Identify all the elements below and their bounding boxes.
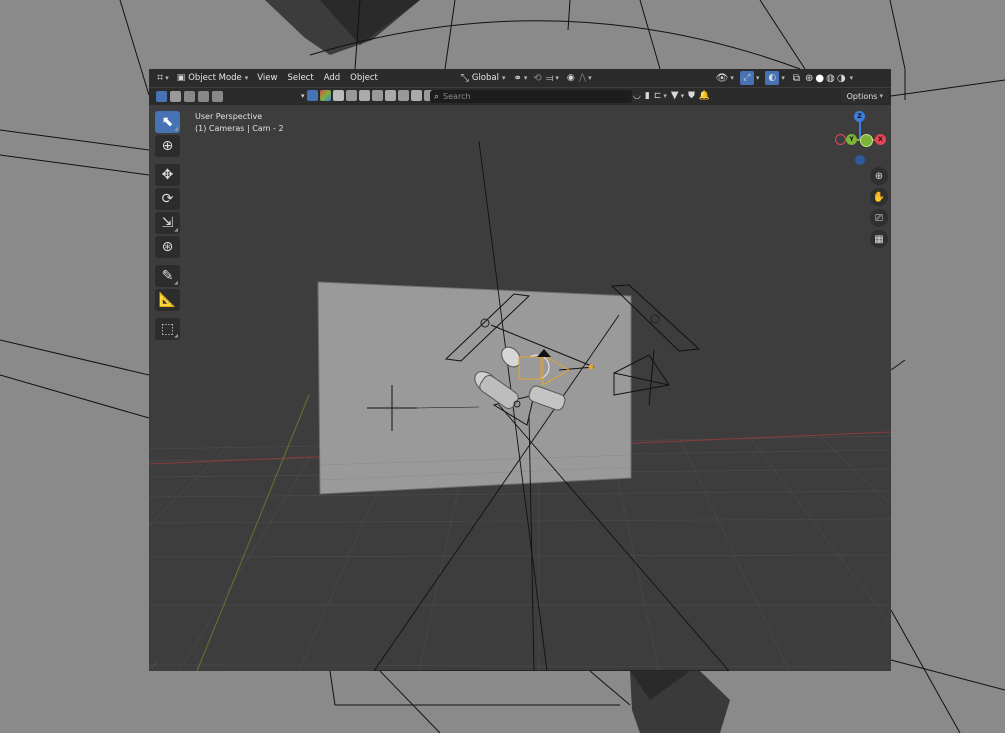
scale-icon: ⇲ (161, 215, 174, 231)
editor-type-icon[interactable]: ⌗ ▾ (157, 71, 169, 85)
bookmark-icon[interactable]: ▮ (645, 91, 650, 101)
menu-view[interactable]: View (257, 73, 277, 83)
active-object-label: (1) Cameras | Cam - 2 (195, 124, 284, 133)
pivot-point-icon[interactable]: ⚭ ▾ (514, 73, 528, 84)
camera-view-button[interactable]: ⎚ (870, 209, 888, 227)
zoom-button[interactable]: ⊕ (870, 167, 888, 185)
search-placeholder: Search (443, 92, 471, 101)
camera-icon: ⎚ (875, 212, 883, 224)
menu-object[interactable]: Object (350, 73, 378, 83)
tool-shelf: ⬉ ◢ ⊕ ✥ ⟳ ⇲ ◢ ⊛ ✎ ◢ 📐 ⬚ ◢ (155, 111, 182, 342)
menu-select[interactable]: Select (287, 73, 313, 83)
clear-search-icon[interactable]: ◡ (633, 91, 641, 101)
shading-solid-icon[interactable]: ● (815, 73, 824, 84)
transform-orientation-dropdown[interactable]: Global (472, 73, 499, 83)
chevron-down-icon: ▾ (755, 74, 760, 82)
bell-icon[interactable]: 🔔 (699, 91, 710, 101)
zoom-icon: ⊕ (874, 170, 884, 182)
shading-wireframe-icon[interactable]: ⊕ (805, 73, 813, 84)
perspective-toggle-button[interactable]: ▦ (870, 230, 888, 248)
mode-icon: ▣ (176, 73, 186, 83)
hierarchy-icon[interactable]: ⊏ ▾ (654, 91, 667, 101)
select-mode-extend-icon[interactable] (170, 91, 181, 102)
pan-button[interactable]: ✋ (870, 188, 888, 206)
chevron-down-icon: ▾ (879, 92, 883, 100)
gizmo-y-axis[interactable]: Y (846, 134, 857, 145)
corner-resize-handle[interactable]: ⋰ (151, 661, 158, 669)
falloff-icon[interactable]: ⋀ ▾ (579, 73, 592, 83)
move-tool[interactable]: ✥ (155, 164, 180, 186)
options-label: Options (846, 91, 878, 101)
search-field[interactable]: ⌕ Search (430, 90, 632, 103)
transform-tool[interactable]: ⊛ (155, 236, 180, 258)
orientation-icon: ⤡ (460, 72, 469, 84)
gizmo-neg-x-axis[interactable] (835, 134, 846, 145)
xray-icon[interactable]: ⧉ (793, 73, 800, 84)
grid-icon: ▦ (874, 233, 884, 245)
visibility-icon[interactable]: 👁 ▾ (716, 73, 734, 84)
menu-add[interactable]: Add (324, 73, 340, 83)
gizmo-neg-z-axis[interactable] (855, 155, 865, 165)
filter-icon[interactable]: ▼ ▾ (671, 90, 684, 101)
filter-object-icon[interactable] (332, 90, 344, 101)
chevron-down-icon[interactable]: ▾ (301, 92, 305, 100)
overlays-icon[interactable]: ◐ (765, 71, 780, 85)
shield-icon[interactable]: ⛊ (688, 91, 695, 101)
add-cube-tool[interactable]: ⬚ ◢ (155, 318, 180, 340)
move-icon: ✥ (161, 167, 174, 183)
hand-icon: ✋ (872, 191, 886, 203)
measure-icon: 📐 (158, 292, 177, 308)
measure-tool[interactable]: 📐 (155, 289, 180, 311)
viewport-canvas[interactable] (149, 105, 891, 671)
select-box-icon: ⬉ (161, 114, 174, 130)
view-name: User Perspective (195, 112, 263, 121)
select-mode-new-icon[interactable] (156, 91, 167, 102)
gizmo-x-axis[interactable]: X (875, 134, 886, 145)
mode-dropdown[interactable]: Object Mode (188, 73, 242, 83)
shading-material-icon[interactable]: ◍ (826, 73, 835, 84)
select-box-tool[interactable]: ⬉ ◢ (155, 111, 180, 133)
filter-color-icon[interactable] (319, 90, 331, 101)
filter-camera-icon[interactable] (384, 90, 396, 101)
select-mode-invert-icon[interactable] (198, 91, 209, 102)
viewport-info-overlay: User Perspective (1) Cameras | Cam - 2 (195, 111, 284, 135)
viewport-header: ⌗ ▾ ▣ Object Mode ▾ View Select Add Objec… (149, 69, 891, 87)
rotate-icon: ⟳ (161, 191, 174, 207)
proportional-edit-icon[interactable]: ◉ (567, 73, 575, 83)
gizmo-pos-y-axis[interactable] (860, 134, 873, 147)
filter-light-icon[interactable] (371, 90, 383, 101)
shading-rendered-icon[interactable]: ◑ (837, 73, 846, 84)
filter-empty-icon[interactable] (397, 90, 409, 101)
chevron-down-icon: ▾ (501, 74, 506, 82)
cursor-icon: ⊕ (161, 138, 174, 154)
snap-target-icon[interactable]: ⫤ ▾ (546, 73, 559, 84)
select-mode-intersect-icon[interactable] (212, 91, 223, 102)
filter-curve-icon[interactable] (358, 90, 370, 101)
add-cube-icon: ⬚ (160, 321, 175, 337)
annotate-icon: ✎ (161, 268, 174, 284)
gizmo-toggle-icon[interactable]: ⤢ (739, 71, 754, 85)
transform-icon: ⊛ (161, 239, 174, 255)
backdrop-plane (318, 282, 631, 494)
chevron-down-icon[interactable]: ▾ (850, 74, 854, 82)
scale-tool[interactable]: ⇲ ◢ (155, 212, 180, 234)
filter-all-icon[interactable] (306, 90, 318, 101)
select-mode-subtract-icon[interactable] (184, 91, 195, 102)
blender-3d-viewport-window: ⌗ ▾ ▣ Object Mode ▾ View Select Add Objec… (149, 69, 891, 671)
search-icon: ⌕ (434, 91, 440, 102)
chevron-down-icon: ▾ (244, 74, 249, 82)
options-button[interactable]: Options ▾ (840, 89, 889, 103)
annotate-tool[interactable]: ✎ ◢ (155, 265, 180, 287)
filter-mesh-icon[interactable] (345, 90, 357, 101)
gizmo-z-axis[interactable]: Z (854, 111, 865, 122)
chevron-down-icon: ▾ (781, 74, 785, 82)
tool-settings-header: ▾ ⌕ Search ◡ ▮ ⊏ ▾ ▼ ▾ ⛊ 🔔 Options ▾ (149, 88, 891, 105)
navigation-gizmo[interactable]: Z Y X (833, 109, 889, 169)
cursor-tool[interactable]: ⊕ (155, 135, 180, 157)
rotate-tool[interactable]: ⟳ (155, 188, 180, 210)
snap-icon[interactable]: ⟲ (533, 73, 541, 84)
filter-other-icon[interactable] (410, 90, 422, 101)
